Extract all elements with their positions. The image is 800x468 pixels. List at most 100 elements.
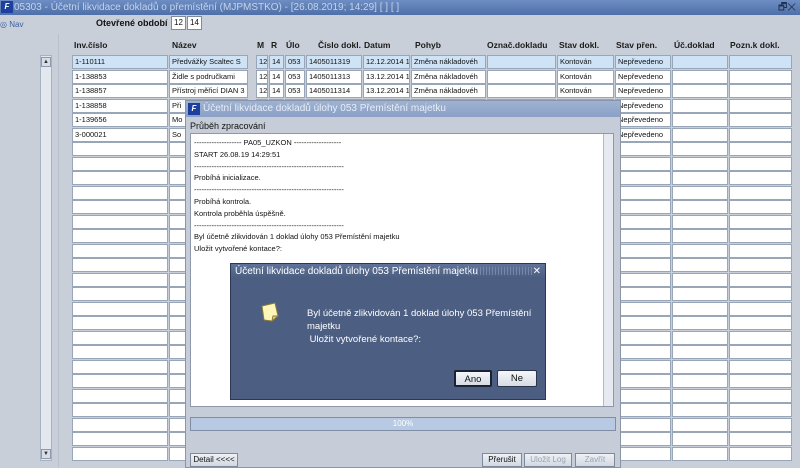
cell-m[interactable]: 12: [256, 69, 268, 84]
cell-r[interactable]: 14: [269, 69, 284, 84]
cell-inv[interactable]: [72, 243, 168, 258]
cell-inv[interactable]: [72, 432, 168, 446]
yes-button[interactable]: Ano: [454, 370, 492, 387]
cell-inv[interactable]: [72, 287, 168, 301]
cell-pozn[interactable]: [729, 200, 792, 214]
cell-inv[interactable]: [72, 359, 168, 374]
cell-stavp[interactable]: Nepřevedeno: [615, 55, 671, 69]
cell-ucd[interactable]: [672, 388, 728, 403]
cell-ucd[interactable]: [672, 374, 728, 388]
cell-pozn[interactable]: [729, 446, 792, 461]
period-year-field[interactable]: 14: [187, 16, 202, 30]
cell-pozn[interactable]: [729, 359, 792, 374]
cell-stavp[interactable]: [615, 142, 671, 156]
cell-ucd[interactable]: [672, 359, 728, 374]
cell-stavp[interactable]: [615, 417, 671, 432]
cell-ulo[interactable]: 053: [285, 84, 305, 98]
dialog-close-icon[interactable]: ✕: [533, 264, 541, 279]
cell-inv[interactable]: 1-138853: [72, 69, 168, 84]
cell-stavp[interactable]: Nepřevedeno: [615, 127, 671, 142]
cell-ucd[interactable]: [672, 316, 728, 330]
stop-button[interactable]: Přerušit: [482, 453, 522, 467]
cell-ucd[interactable]: [672, 113, 728, 127]
cell-inv[interactable]: [72, 229, 168, 243]
cell-cislo[interactable]: 1405011314: [306, 84, 362, 98]
cell-inv[interactable]: [72, 156, 168, 171]
cell-pozn[interactable]: [729, 388, 792, 403]
cell-oznac[interactable]: [487, 84, 556, 98]
column-header[interactable]: Stav přen.: [616, 40, 657, 50]
cell-pozn[interactable]: [729, 98, 792, 113]
cell-r[interactable]: 14: [269, 55, 284, 69]
close-button[interactable]: Zavřít: [575, 453, 615, 467]
cell-pozn[interactable]: [729, 142, 792, 156]
cell-inv[interactable]: [72, 301, 168, 316]
table-row[interactable]: 1-138853 Židle s područkami 12 14 053 1405011…: [0, 69, 792, 84]
column-header[interactable]: Datum: [364, 40, 390, 50]
cell-ucd[interactable]: [672, 432, 728, 446]
cell-datum[interactable]: 13.12.2014 1: [363, 84, 410, 98]
cell-ucd[interactable]: [672, 417, 728, 432]
column-header[interactable]: R: [271, 40, 277, 50]
nav-button[interactable]: ◎ Nav: [0, 20, 23, 29]
cell-pozn[interactable]: [729, 330, 792, 345]
cell-ucd[interactable]: [672, 403, 728, 417]
column-header[interactable]: Číslo dokl.: [318, 40, 361, 50]
cell-inv[interactable]: [72, 214, 168, 229]
table-row[interactable]: 1-138857 Přístroj měřicí DIAN 3 12 14 053 140…: [0, 84, 792, 98]
cell-pozn[interactable]: [729, 185, 792, 200]
cell-stavp[interactable]: [615, 200, 671, 214]
cell-datum[interactable]: 12.12.2014 1: [363, 55, 410, 69]
cell-stavp[interactable]: Nepřevedeno: [615, 69, 671, 84]
save-log-button[interactable]: Uložit Log: [524, 453, 572, 467]
cell-oznac[interactable]: [487, 55, 556, 69]
cell-pozn[interactable]: [729, 301, 792, 316]
cell-stavp[interactable]: [615, 272, 671, 287]
cell-ucd[interactable]: [672, 214, 728, 229]
cell-stavp[interactable]: [615, 229, 671, 243]
cell-stav[interactable]: Kontován: [557, 55, 614, 69]
column-header[interactable]: Pohyb: [415, 40, 441, 50]
cell-pohyb[interactable]: Změna nákladovéh: [411, 69, 486, 84]
cell-ucd[interactable]: [672, 258, 728, 272]
cell-stavp[interactable]: [615, 359, 671, 374]
cell-inv[interactable]: [72, 258, 168, 272]
cell-stavp[interactable]: [615, 287, 671, 301]
cell-stavp[interactable]: [615, 345, 671, 359]
cell-pozn[interactable]: [729, 417, 792, 432]
cell-cislo[interactable]: 1405011313: [306, 69, 362, 84]
cell-inv[interactable]: [72, 345, 168, 359]
cell-pozn[interactable]: [729, 287, 792, 301]
cell-pohyb[interactable]: Změna nákladovéh: [411, 84, 486, 98]
cell-pozn[interactable]: [729, 113, 792, 127]
cell-pozn[interactable]: [729, 403, 792, 417]
cell-inv[interactable]: [72, 185, 168, 200]
column-header[interactable]: Pozn.k dokl.: [730, 40, 780, 50]
cell-inv[interactable]: 1-139656: [72, 113, 168, 127]
cell-stavp[interactable]: Nepřevedeno: [615, 98, 671, 113]
column-header[interactable]: Stav dokl.: [559, 40, 599, 50]
cell-stavp[interactable]: [615, 171, 671, 185]
cell-ucd[interactable]: [672, 69, 728, 84]
cell-inv[interactable]: [72, 403, 168, 417]
cell-stavp[interactable]: [615, 403, 671, 417]
cell-stavp[interactable]: [615, 258, 671, 272]
cell-stavp[interactable]: [615, 432, 671, 446]
cell-stavp[interactable]: [615, 388, 671, 403]
cell-stav[interactable]: Kontován: [557, 69, 614, 84]
cell-stavp[interactable]: [615, 374, 671, 388]
cell-ulo[interactable]: 053: [285, 55, 305, 69]
cell-pozn[interactable]: [729, 316, 792, 330]
cell-datum[interactable]: 13.12.2014 1: [363, 69, 410, 84]
cell-pozn[interactable]: [729, 374, 792, 388]
column-header[interactable]: Označ.dokladu: [487, 40, 547, 50]
cell-ucd[interactable]: [672, 345, 728, 359]
cell-ulo[interactable]: 053: [285, 69, 305, 84]
cell-r[interactable]: 14: [269, 84, 284, 98]
cell-pozn[interactable]: [729, 127, 792, 142]
table-row[interactable]: 1-110111 Předvážky Scaltec S 12 14 053 140501…: [0, 55, 792, 69]
cell-stavp[interactable]: [615, 301, 671, 316]
drag-grip[interactable]: [468, 267, 533, 275]
cell-pozn[interactable]: [729, 84, 792, 98]
cell-pozn[interactable]: [729, 214, 792, 229]
